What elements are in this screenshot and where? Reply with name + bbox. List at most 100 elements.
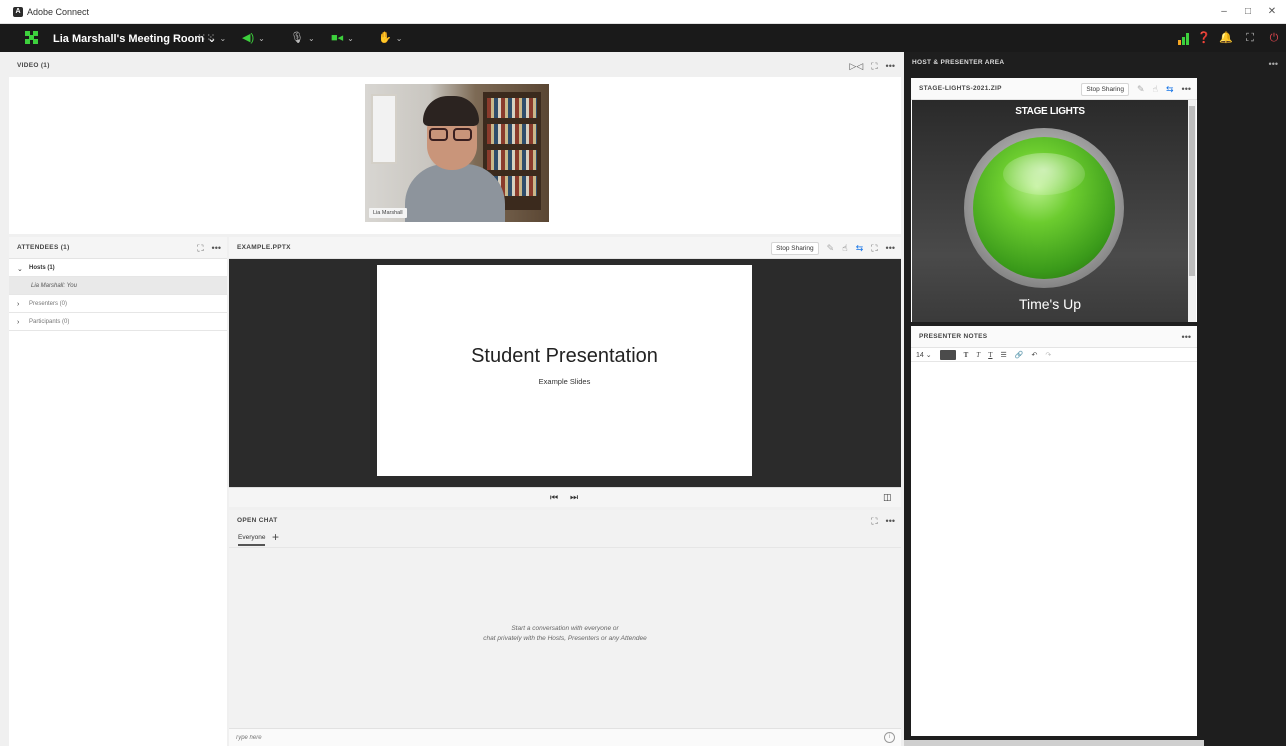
underline-icon[interactable]: T [988, 351, 992, 359]
notes-pod-controls: ••• [1182, 330, 1191, 344]
italic-icon[interactable]: T [976, 351, 980, 359]
info-icon[interactable]: i [884, 732, 895, 743]
bell-icon[interactable]: 🔔 [1218, 30, 1234, 46]
chat-empty-state: Start a conversation with everyone or ch… [229, 624, 901, 644]
attendee-group-label: Presenters (0) [29, 301, 68, 307]
list-icon[interactable]: ☰ [1000, 351, 1006, 359]
undo-icon[interactable]: ↶ [1031, 351, 1037, 359]
more-options-icon[interactable]: ••• [886, 241, 895, 255]
chat-pod-header: OPEN CHAT ⛶ ••• [229, 510, 901, 532]
previous-slide-icon[interactable]: ⏮ [550, 492, 558, 503]
chat-empty-line: chat privately with the Hosts, Presenter… [483, 635, 647, 642]
more-options-icon[interactable]: ••• [886, 514, 895, 528]
collapse-icon[interactable]: ▷◁ [849, 59, 863, 73]
stage-pod-controls: Stop Sharing ✎ ☝ ⇆ ••• [1081, 82, 1191, 96]
fullscreen-icon[interactable]: ⛶ [871, 514, 877, 528]
video-pod: VIDEO (1) ▷◁ ⛶ ••• Lia Marshall [9, 55, 901, 234]
fullscreen-icon[interactable]: ⛶ [871, 241, 877, 255]
chat-pod: OPEN CHAT ⛶ ••• Everyone + Start a conve… [229, 510, 901, 746]
next-slide-icon[interactable]: ⏭ [570, 492, 578, 503]
chat-pod-controls: ⛶ ••• [871, 514, 895, 528]
attendee-group-participants[interactable]: › Participants (0) [9, 313, 227, 331]
window-title: Adobe Connect [27, 7, 90, 17]
bold-icon[interactable]: T [964, 351, 969, 359]
chat-empty-line: Start a conversation with everyone or [511, 625, 619, 632]
meeting-logo-icon[interactable] [25, 31, 38, 44]
sync-icon[interactable]: ⇆ [1166, 82, 1174, 96]
video-window [371, 94, 397, 164]
redo-icon[interactable]: ↷ [1045, 351, 1051, 359]
attendee-group-hosts[interactable]: ⌄ Hosts (1) [9, 259, 227, 277]
more-options-icon[interactable]: ••• [1182, 82, 1191, 96]
stage-scrollbar[interactable] [1188, 100, 1196, 322]
stage-lights-caption: Time's Up [1018, 296, 1082, 312]
video-pod-title: VIDEO (1) [17, 62, 50, 69]
side-panel-icon[interactable]: ◫ [883, 492, 892, 503]
meeting-room-menu[interactable]: Lia Marshall's Meeting Room ⌄ [53, 32, 216, 45]
pen-icon[interactable]: ✎ [1137, 82, 1145, 96]
share-pod-controls: Stop Sharing ✎ ☝ ⇆ ⛶ ••• [771, 241, 895, 255]
stage-lights-heading: STAGE LIGHTS [1015, 106, 1085, 117]
attendee-group-label: Hosts (1) [29, 265, 55, 271]
raise-hand-menu[interactable]: ✋ ⌄ [378, 30, 402, 46]
attendee-group-presenters[interactable]: › Presenters (0) [9, 295, 227, 313]
stop-sharing-button[interactable]: Stop Sharing [1081, 82, 1129, 96]
green-light-button[interactable] [964, 128, 1124, 288]
slide-title: Student Presentation [471, 345, 658, 367]
chat-input-bar: i [229, 728, 901, 746]
more-options-icon[interactable]: ••• [1269, 57, 1278, 71]
host-area-horizontal-scrollbar[interactable] [904, 740, 1204, 746]
pointer-icon[interactable]: ☝ [1153, 82, 1158, 96]
presentation-slide: Student Presentation Example Slides [377, 265, 752, 476]
font-size-select[interactable]: 14 ⌄ [916, 351, 932, 359]
signal-bars-icon[interactable] [1176, 30, 1192, 46]
fullscreen-icon[interactable]: ⛶ [197, 241, 203, 255]
link-icon[interactable]: 🔗 [1015, 351, 1024, 359]
power-icon[interactable]: ⏻ [1266, 30, 1282, 46]
meeting-room-title: Lia Marshall's Meeting Room [53, 33, 205, 45]
close-window-button[interactable]: ✕ [1264, 5, 1280, 19]
chat-pod-title: OPEN CHAT [237, 517, 278, 524]
maximize-button[interactable]: □ [1240, 5, 1256, 19]
video-feed[interactable]: Lia Marshall [365, 84, 549, 222]
share-pod-header: EXAMPLE.PPTX Stop Sharing ✎ ☝ ⇆ ⛶ ••• [229, 237, 901, 259]
video-pod-header: VIDEO (1) ▷◁ ⛶ ••• [9, 55, 901, 77]
fullscreen-icon[interactable]: ⛶ [871, 59, 877, 73]
speaker-menu[interactable]: ◀) ⌄ [242, 30, 265, 46]
more-options-icon[interactable]: ••• [1182, 330, 1191, 344]
layouts-menu[interactable]: ⁙⁙ ⌄ [197, 30, 226, 46]
camera-menu[interactable]: ■◂ ⌄ [331, 30, 354, 46]
stop-sharing-button[interactable]: Stop Sharing [771, 241, 819, 255]
chevron-down-icon: ⌄ [395, 34, 403, 43]
scrollbar-thumb[interactable] [1189, 106, 1195, 276]
chat-divider [229, 547, 901, 548]
attendees-pod-header: ATTENDEES (1) ⛶ ••• [9, 237, 227, 259]
green-light-lens [973, 137, 1115, 279]
host-presenter-area: HOST & PRESENTER AREA ••• STAGE-LIGHTS-2… [904, 52, 1286, 746]
chat-tab-everyone[interactable]: Everyone [238, 534, 266, 546]
font-size-value: 14 [916, 351, 924, 359]
chat-input[interactable] [235, 733, 835, 743]
attendee-row-host[interactable]: Lia Marshall: You [9, 277, 227, 295]
text-color-swatch[interactable] [939, 349, 956, 360]
stage-pod-header: STAGE-LIGHTS-2021.ZIP Stop Sharing ✎ ☝ ⇆… [911, 78, 1197, 100]
notes-pod-header: PRESENTER NOTES ••• [911, 326, 1197, 348]
minimize-button[interactable]: – [1216, 5, 1232, 19]
attendees-pod-controls: ⛶ ••• [197, 241, 221, 255]
microphone-icon: 🎙 [290, 32, 304, 44]
add-chat-tab-button[interactable]: + [272, 530, 279, 544]
share-pod: EXAMPLE.PPTX Stop Sharing ✎ ☝ ⇆ ⛶ ••• St… [229, 237, 901, 507]
stage-pod-title: STAGE-LIGHTS-2021.ZIP [919, 85, 1002, 92]
stage-lights-content[interactable]: STAGE LIGHTS Time's Up [912, 100, 1188, 322]
more-options-icon[interactable]: ••• [886, 59, 895, 73]
fullscreen-icon[interactable]: ⛶ [1242, 30, 1258, 46]
chevron-down-icon: ⌄ [258, 34, 265, 43]
host-area-header: HOST & PRESENTER AREA ••• [904, 52, 1286, 74]
pointer-icon[interactable]: ☝ [842, 241, 847, 255]
sync-icon[interactable]: ⇆ [856, 241, 864, 255]
help-icon[interactable]: ❓ [1196, 30, 1212, 46]
more-options-icon[interactable]: ••• [212, 241, 221, 255]
microphone-menu[interactable]: 🎙 ⌄ [290, 30, 315, 46]
notes-format-toolbar: 14 ⌄ T T T ☰ 🔗 ↶ ↷ [911, 348, 1197, 362]
pen-icon[interactable]: ✎ [827, 241, 835, 255]
